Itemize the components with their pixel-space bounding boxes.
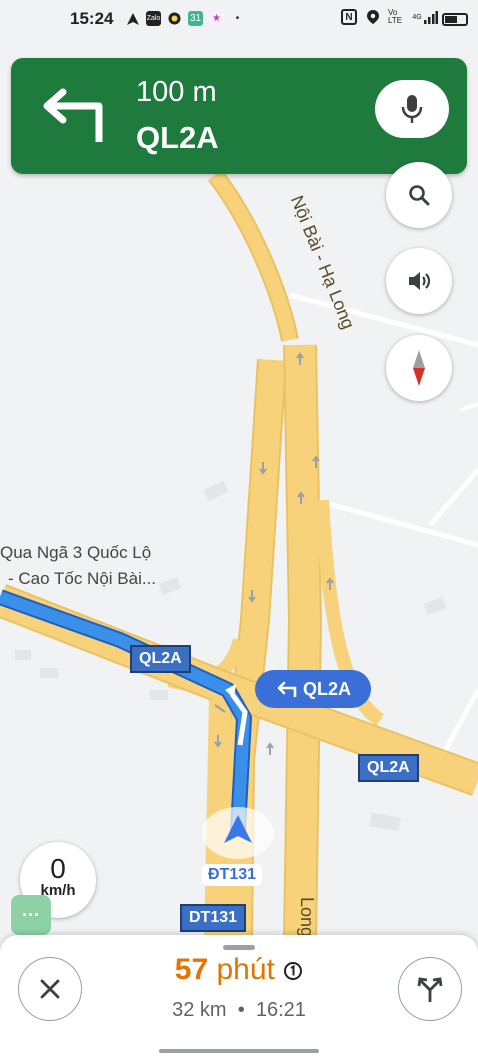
signal-4g-icon: 4G <box>412 10 438 25</box>
dot-icon: • <box>235 13 240 24</box>
mic-icon <box>401 95 423 123</box>
place-label-line2: - Cao Tốc Nội Bài... <box>8 569 157 588</box>
more-options-chip[interactable]: ··· <box>11 895 51 935</box>
maneuver-distance: 100 m <box>136 76 217 108</box>
status-bar: 15:24 Zalo 31 ★ • N Vo LTE 4G <box>0 0 478 40</box>
battery-icon <box>442 13 468 26</box>
status-time: 15:24 <box>70 9 114 28</box>
speed-value: 0 <box>50 853 66 884</box>
sound-button[interactable] <box>386 248 452 314</box>
turn-left-icon <box>43 88 103 142</box>
arrival-time: 16:21 <box>255 999 306 1021</box>
volte-icon: Vo LTE <box>388 8 403 25</box>
eta-separator: • <box>237 999 245 1021</box>
notification-icons: Zalo 31 ★ • <box>125 11 245 26</box>
sheet-handle[interactable] <box>223 945 255 950</box>
system-icons: N Vo LTE 4G <box>341 9 438 25</box>
road-shield-dt131: DT131 <box>180 904 247 932</box>
turn-callout: QL2A <box>255 670 371 708</box>
voice-search-button[interactable] <box>375 80 449 138</box>
volume-icon <box>409 272 431 290</box>
home-indicator[interactable] <box>159 1049 319 1053</box>
search-button[interactable] <box>386 162 452 228</box>
app-icon <box>167 11 182 26</box>
place-label-line1: Qua Ngã 3 Quốc Lộ <box>0 543 152 562</box>
calendar-icon: 31 <box>188 11 203 26</box>
location-icon <box>365 10 380 25</box>
route-one-icon <box>284 962 303 981</box>
road-label-bottom: Long <box>297 897 317 937</box>
road-shield-ql2a-right: QL2A <box>358 754 419 782</box>
eta-unit: phút <box>216 953 275 986</box>
road-shield-ql2a-left: QL2A <box>130 645 191 673</box>
navigation-banner[interactable]: 100 m QL2A <box>11 58 467 174</box>
trip-distance: 32 km <box>172 999 227 1021</box>
turn-left-small-icon <box>277 681 297 697</box>
current-road-label: ĐT131 <box>202 864 263 886</box>
zalo-icon: Zalo <box>146 11 161 26</box>
turn-callout-label: QL2A <box>302 678 351 699</box>
network-type: 4G <box>412 13 422 21</box>
fork-route-icon <box>417 977 443 1002</box>
nfc-icon: N <box>341 9 357 25</box>
bottom-sheet[interactable]: 57 phút 32 km • 16:21 <box>0 935 478 1062</box>
navigation-icon <box>125 11 140 26</box>
search-icon <box>409 185 430 206</box>
compass-icon <box>413 350 425 386</box>
more-dots-icon: ··· <box>22 904 40 925</box>
eta-minutes: 57 <box>174 953 209 986</box>
alternate-routes-button[interactable] <box>398 957 462 1021</box>
maneuver-street: QL2A <box>136 120 219 155</box>
compass-button[interactable] <box>386 335 452 401</box>
star-app-icon: ★ <box>209 11 224 26</box>
